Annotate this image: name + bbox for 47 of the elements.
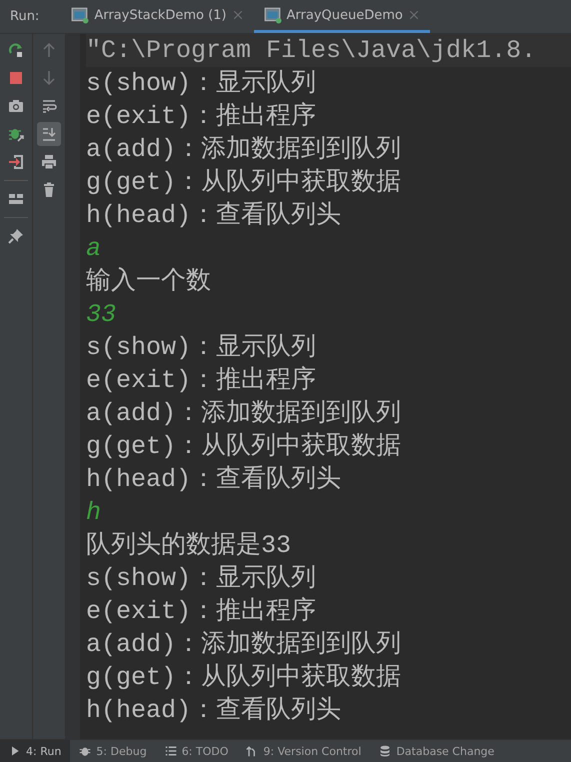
- input-line: a: [86, 233, 102, 265]
- camera-icon: [8, 98, 24, 114]
- output-line: h(head)：查看队列头: [86, 695, 342, 727]
- output-line: a(add)：添加数据到到队列: [86, 629, 402, 661]
- output-line: a(add)：添加数据到到队列: [86, 398, 402, 430]
- layout-icon: [8, 191, 24, 207]
- down-arrow-icon: [41, 70, 57, 86]
- tool-window-tab[interactable]: 9: Version Control: [237, 740, 370, 762]
- output-line: h(head)：查看队列头: [86, 200, 342, 232]
- output-line: h(head)：查看队列头: [86, 464, 342, 496]
- pin-icon: [8, 228, 24, 244]
- output-line: e(exit)：推出程序: [86, 364, 318, 397]
- trash-icon: [41, 182, 57, 198]
- stop-icon: [8, 70, 24, 86]
- soft-wrap-icon: [41, 98, 57, 114]
- console-window-icon: [264, 6, 282, 24]
- list-icon: [164, 745, 177, 757]
- output-line: s(show)：显示队列: [86, 563, 318, 595]
- output-line: g(get)：从队列中获取数据: [86, 431, 402, 463]
- tool-window-tab[interactable]: 5: Debug: [70, 740, 156, 762]
- up-arrow-icon: [41, 42, 57, 58]
- tool-window-tab[interactable]: 4: Run: [0, 740, 70, 762]
- printer-icon: [41, 154, 57, 170]
- output-line: g(get)：从队列中获取数据: [86, 167, 402, 199]
- output-line: s(show)：显示队列: [86, 68, 318, 100]
- tool-window-tab[interactable]: 6: TODO: [156, 740, 238, 762]
- output-line: a(add)：添加数据到到队列: [86, 134, 402, 166]
- database-icon: [379, 745, 392, 757]
- run-tab[interactable]: ArrayStackDemo (1): [61, 0, 254, 33]
- console-window-icon: [71, 6, 90, 24]
- tool-window-tab[interactable]: Database Change: [370, 740, 504, 762]
- exit-icon: [8, 154, 24, 170]
- output-line: e(exit)：推出程序: [86, 100, 318, 133]
- input-line: h: [86, 497, 102, 529]
- run-label: Run:: [9, 9, 40, 24]
- output-line: g(get)：从队列中获取数据: [86, 662, 402, 694]
- bug-icon: [79, 745, 92, 757]
- output-line: 输入一个数: [86, 266, 212, 298]
- output-line: s(show)：显示队列: [86, 332, 318, 364]
- output-line: e(exit)：推出程序: [86, 596, 318, 628]
- rerun-icon: [8, 42, 24, 58]
- play-icon: [9, 745, 21, 757]
- output-line: 队列头的数据是33: [86, 530, 292, 562]
- input-line: 33: [86, 299, 118, 331]
- bug-icon: [8, 126, 24, 142]
- scroll-to-end-icon: [41, 126, 57, 142]
- scroll-to-end-button[interactable]: [37, 122, 61, 146]
